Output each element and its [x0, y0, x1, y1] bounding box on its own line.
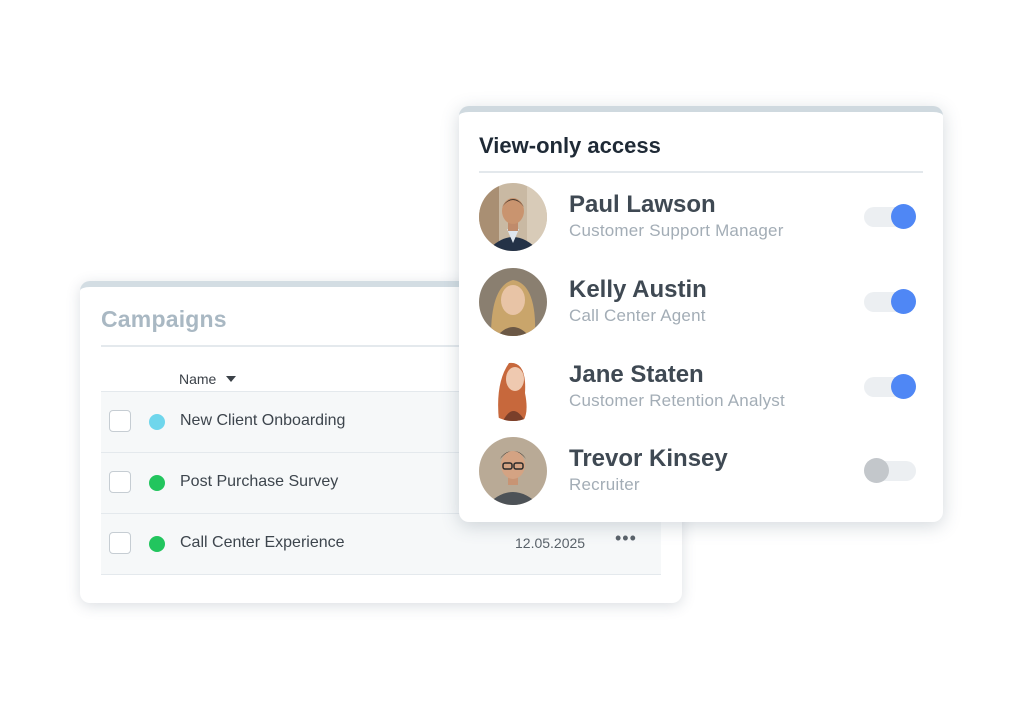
person-row: Jane Staten Customer Retention Analyst — [459, 353, 943, 437]
toggle-knob — [891, 374, 916, 399]
row-checkbox[interactable] — [109, 410, 131, 432]
avatar — [479, 268, 547, 336]
toggle-knob — [891, 204, 916, 229]
divider — [479, 171, 923, 173]
access-toggle[interactable] — [864, 204, 916, 229]
avatar — [479, 437, 547, 505]
person-row: Trevor Kinsey Recruiter — [459, 437, 943, 521]
name-column-label: Name — [179, 371, 217, 387]
access-toggle[interactable] — [864, 289, 916, 314]
row-checkbox[interactable] — [109, 532, 131, 554]
person-role: Recruiter — [569, 475, 640, 494]
status-dot — [149, 414, 165, 430]
campaign-date: 12.05.2025 — [515, 535, 586, 551]
toggle-knob — [891, 289, 916, 314]
access-title: View-only access — [479, 133, 661, 158]
campaign-name: New Client Onboarding — [180, 412, 346, 429]
campaign-name: Call Center Experience — [180, 534, 345, 551]
sort-caret-icon — [226, 376, 237, 382]
person-role: Customer Retention Analyst — [569, 391, 785, 410]
status-dot — [149, 475, 165, 491]
person-row: Paul Lawson Customer Support Manager — [459, 183, 943, 267]
view-only-access-card: View-only access Paul Lawson Customer Su… — [459, 106, 943, 522]
person-name: Kelly Austin — [569, 276, 707, 303]
toggle-knob — [864, 458, 889, 483]
avatar — [479, 353, 547, 421]
name-column-header[interactable]: Name — [179, 371, 237, 387]
access-toggle[interactable] — [864, 458, 916, 483]
campaigns-title: Campaigns — [101, 306, 227, 332]
campaign-name: Post Purchase Survey — [180, 473, 339, 490]
avatar — [479, 183, 547, 251]
person-name: Jane Staten — [569, 361, 704, 388]
status-dot — [149, 536, 165, 552]
person-role: Call Center Agent — [569, 306, 706, 325]
more-options-icon[interactable]: ••• — [615, 528, 637, 549]
person-role: Customer Support Manager — [569, 221, 784, 240]
person-row: Kelly Austin Call Center Agent — [459, 268, 943, 352]
person-name: Paul Lawson — [569, 191, 716, 218]
person-name: Trevor Kinsey — [569, 445, 728, 472]
row-checkbox[interactable] — [109, 471, 131, 493]
access-toggle[interactable] — [864, 374, 916, 399]
table-row[interactable]: Call Center Experience 12.05.2025 ••• — [101, 513, 661, 575]
